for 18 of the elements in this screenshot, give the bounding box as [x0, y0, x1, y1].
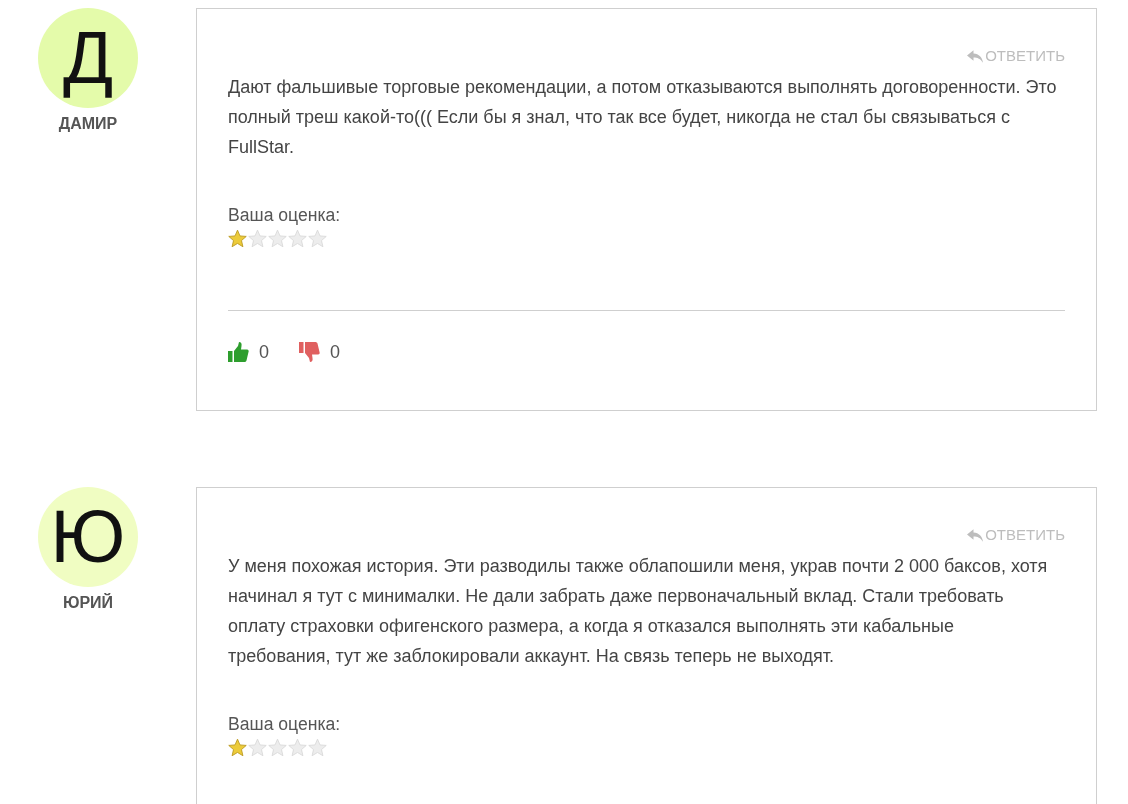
like-button[interactable]: 0: [228, 340, 269, 364]
avatar: Д: [38, 8, 138, 108]
thumbs-up-icon: [228, 342, 249, 362]
author-name: ЮРИЙ: [62, 593, 114, 613]
comment-text: Дают фальшивые торговые рекомендации, а потом отказываются выполнять договоренности. Это полный треш какой-то((( Если бы я знал, что так все будет, никогда не стал бы связываться с FullStar.: [228, 76, 1058, 159]
dislike-button[interactable]: 0: [299, 340, 341, 364]
reply-icon: [967, 49, 984, 63]
comment-text: У меня похожая история. Эти разводилы также облапошили меня, украв почти 2 000 баксов, хотя начинал я тут с минималки. Не дали забрать даже первоначальный вклад. Стали требовать оплату страховки офигенского размера, а когда я отказался выполнять эти кабальные требования, тут же заблокировали аккаунт. На связь теперь не выходят.: [228, 555, 1049, 668]
reply-icon: [967, 528, 984, 542]
star-rating[interactable]: [228, 229, 327, 248]
thumbs-down-icon: [299, 342, 320, 362]
rating-label: Ваша оценка:: [228, 204, 342, 226]
star-icon[interactable]: [228, 738, 247, 757]
star-rating[interactable]: [228, 738, 327, 757]
author-name: ДАМИР: [58, 114, 118, 134]
avatar: Ю: [38, 487, 138, 587]
rating-label: Ваша оценка:: [228, 713, 342, 735]
star-icon[interactable]: [228, 229, 247, 248]
